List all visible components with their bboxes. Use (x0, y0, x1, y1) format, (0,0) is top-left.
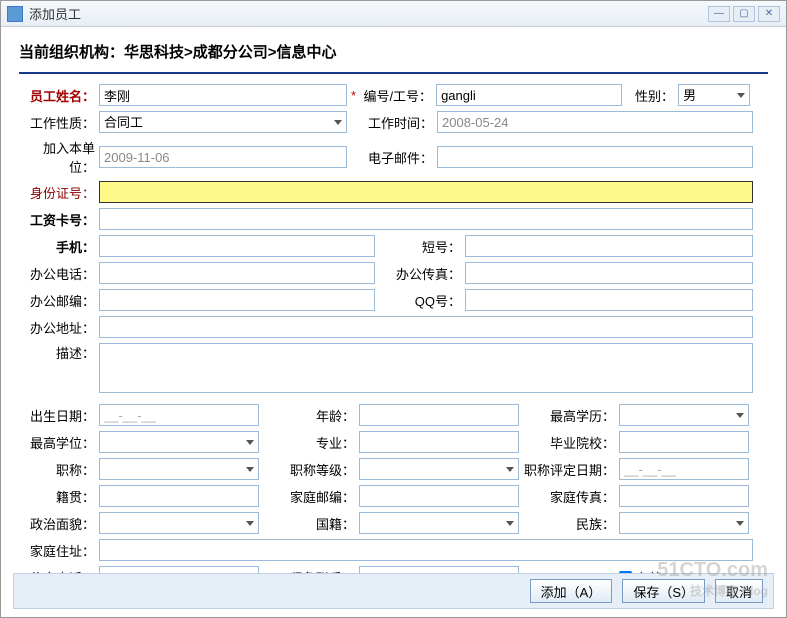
footer-bar: 添加（A） 保存（S） 取消 (13, 573, 774, 609)
label-topdegree: 最高学位： (19, 433, 99, 452)
cancel-button[interactable]: 取消 (715, 579, 763, 603)
label-titlelevel: 职称等级： (259, 460, 359, 479)
label-worktype: 工作性质： (19, 113, 99, 132)
age-input[interactable] (359, 404, 519, 426)
label-politics: 政治面貌： (19, 514, 99, 533)
title-select[interactable] (99, 458, 259, 480)
required-star: * (347, 88, 360, 103)
topdegree-select[interactable] (99, 431, 259, 453)
officepost-input[interactable] (99, 289, 375, 311)
label-age: 年龄： (259, 406, 359, 425)
close-button[interactable]: ✕ (758, 6, 780, 22)
window-title: 添加员工 (29, 4, 708, 23)
label-titledate: 职称评定日期： (519, 460, 619, 479)
joindate-input[interactable] (99, 146, 347, 168)
label-homefax: 家庭传真： (519, 487, 619, 506)
label-gender: 性别： (622, 86, 678, 105)
label-email: 电子邮件： (347, 148, 437, 167)
desc-textarea[interactable] (99, 343, 753, 393)
label-homeaddr: 家庭住址： (19, 541, 99, 560)
title-bar: 添加员工 ― ▢ ✕ (1, 1, 786, 27)
label-officeaddr: 办公地址： (19, 318, 99, 337)
label-major: 专业： (259, 433, 359, 452)
label-name: 员工姓名： (19, 86, 99, 105)
worktype-select[interactable]: 合同工 (99, 111, 347, 133)
label-joindate: 加入本单位： (19, 138, 99, 176)
politics-select[interactable] (99, 512, 259, 534)
code-input[interactable] (436, 84, 622, 106)
label-ethnic: 民族： (519, 514, 619, 533)
shortno-input[interactable] (465, 235, 753, 257)
label-homepost: 家庭邮编： (259, 487, 359, 506)
label-shortno: 短号： (375, 237, 465, 256)
officeaddr-input[interactable] (99, 316, 753, 338)
titledate-input[interactable] (619, 458, 749, 480)
label-officefax: 办公传真： (375, 264, 465, 283)
label-officepost: 办公邮编： (19, 291, 99, 310)
label-native: 籍贯： (19, 487, 99, 506)
save-button[interactable]: 保存（S） (622, 579, 705, 603)
app-icon (7, 6, 23, 22)
minimize-button[interactable]: ― (708, 6, 730, 22)
homepost-input[interactable] (359, 485, 519, 507)
idcard-input[interactable] (99, 181, 753, 203)
label-topedu: 最高学历： (519, 406, 619, 425)
label-desc: 描述： (19, 343, 99, 362)
label-code: 编号/工号： (360, 86, 436, 105)
homeaddr-input[interactable] (99, 539, 753, 561)
breadcrumb: 当前组织机构：华思科技>成都分公司>信息中心 (19, 37, 768, 72)
divider (19, 72, 768, 74)
label-nation: 国籍： (259, 514, 359, 533)
gradschool-input[interactable] (619, 431, 749, 453)
add-button[interactable]: 添加（A） (530, 579, 613, 603)
label-idcard: 身份证号： (19, 183, 99, 202)
qq-input[interactable] (465, 289, 753, 311)
worktime-input[interactable] (437, 111, 753, 133)
ethnic-select[interactable] (619, 512, 749, 534)
salarycard-input[interactable] (99, 208, 753, 230)
label-birth: 出生日期： (19, 406, 99, 425)
homefax-input[interactable] (619, 485, 749, 507)
maximize-button[interactable]: ▢ (733, 6, 755, 22)
label-title: 职称： (19, 460, 99, 479)
birth-input[interactable] (99, 404, 259, 426)
label-qq: QQ号： (375, 291, 465, 310)
label-salarycard: 工资卡号： (19, 210, 99, 229)
name-input[interactable] (99, 84, 347, 106)
label-officetel: 办公电话： (19, 264, 99, 283)
nation-select[interactable] (359, 512, 519, 534)
native-input[interactable] (99, 485, 259, 507)
major-input[interactable] (359, 431, 519, 453)
topedu-select[interactable] (619, 404, 749, 426)
gender-select[interactable]: 男 (678, 84, 750, 106)
email-input[interactable] (437, 146, 753, 168)
label-mobile: 手机： (19, 237, 99, 256)
officetel-input[interactable] (99, 262, 375, 284)
label-gradschool: 毕业院校： (519, 433, 619, 452)
titlelevel-select[interactable] (359, 458, 519, 480)
officefax-input[interactable] (465, 262, 753, 284)
mobile-input[interactable] (99, 235, 375, 257)
label-worktime: 工作时间： (347, 113, 437, 132)
